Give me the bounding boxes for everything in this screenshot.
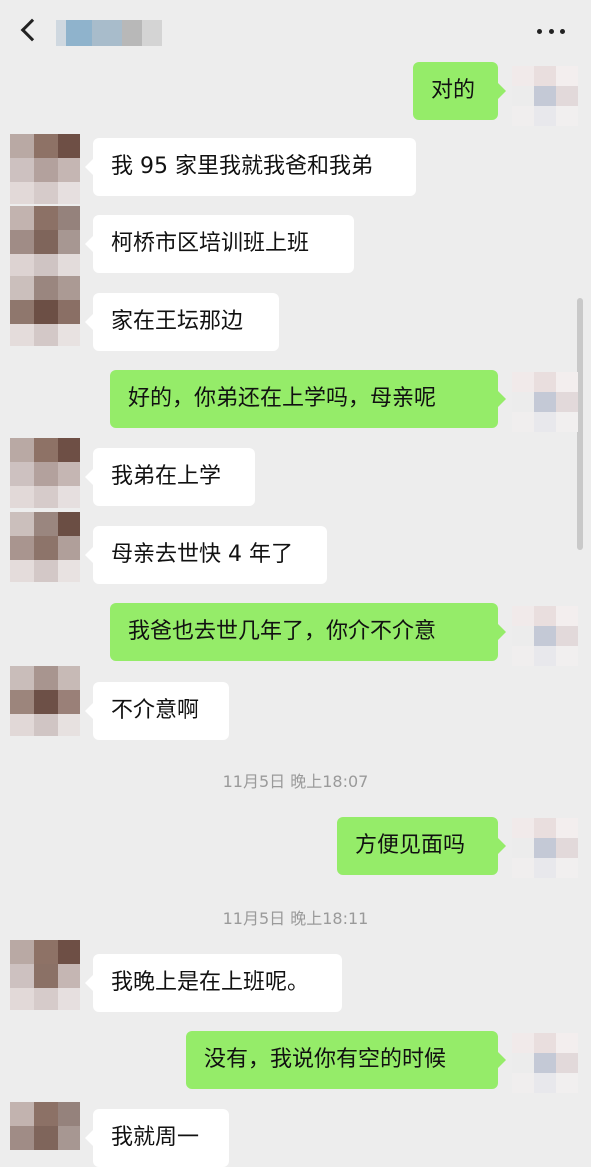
contact-avatar[interactable] — [10, 438, 80, 508]
message-timestamp: 11月5日 晚上18:11 — [222, 909, 369, 928]
contact-name-blurred — [56, 20, 162, 46]
own-avatar[interactable] — [512, 1033, 578, 1093]
contact-avatar[interactable] — [10, 512, 80, 582]
message-bubble-sent[interactable]: 对的 — [413, 62, 506, 120]
message-bubble-received[interactable]: 我弟在上学 — [85, 448, 255, 506]
contact-avatar[interactable] — [10, 276, 80, 346]
chevron-left-icon[interactable] — [20, 18, 44, 42]
chat-header — [0, 0, 591, 66]
message-bubble-received[interactable]: 柯桥市区培训班上班 — [85, 215, 354, 273]
contact-avatar[interactable] — [10, 666, 80, 736]
own-avatar[interactable] — [512, 66, 578, 126]
message-bubble-sent[interactable]: 我爸也去世几年了，你介不介意 — [110, 603, 506, 661]
message-bubble-received[interactable]: 我就周一 — [85, 1109, 229, 1167]
contact-avatar[interactable] — [10, 1102, 80, 1151]
message-bubble-received[interactable]: 不介意啊 — [85, 682, 229, 740]
contact-avatar[interactable] — [10, 940, 80, 1010]
message-bubble-received[interactable]: 家在王坛那边 — [85, 293, 279, 351]
message-bubble-sent[interactable]: 没有，我说你有空的时候 — [186, 1031, 506, 1089]
message-bubble-received[interactable]: 母亲去世快 4 年了 — [85, 526, 327, 584]
more-dots-icon[interactable] — [537, 29, 565, 35]
own-avatar[interactable] — [512, 372, 578, 432]
message-bubble-received[interactable]: 我晚上是在上班呢。 — [85, 954, 342, 1012]
message-bubble-received[interactable]: 我 95 家里我就我爸和我弟 — [85, 138, 416, 196]
own-avatar[interactable] — [512, 606, 578, 666]
own-avatar[interactable] — [512, 818, 578, 878]
message-timestamp: 11月5日 晚上18:07 — [222, 772, 369, 791]
contact-avatar[interactable] — [10, 206, 80, 276]
message-bubble-sent[interactable]: 好的，你弟还在上学吗，母亲呢 — [110, 370, 506, 428]
contact-avatar[interactable] — [10, 134, 80, 204]
message-bubble-sent[interactable]: 方便见面吗 — [337, 817, 506, 875]
